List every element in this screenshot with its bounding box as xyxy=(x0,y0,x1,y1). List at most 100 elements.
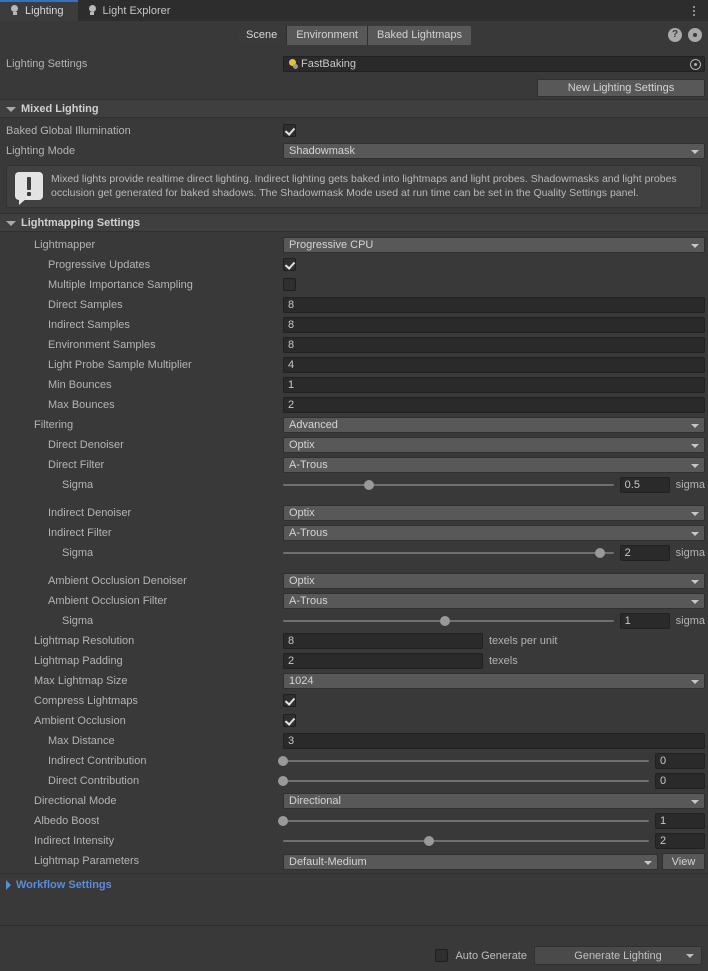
indirect-samples-field[interactable]: 8 xyxy=(283,317,705,333)
warning-icon xyxy=(15,172,43,200)
gear-icon[interactable] xyxy=(688,28,702,42)
direct-sigma-field[interactable]: 0.5 xyxy=(620,477,670,493)
lighting-mode-row: Lighting Mode Shadowmask xyxy=(0,141,708,161)
indirect-denoiser-value: Optix xyxy=(289,507,315,519)
compress-lightmaps-label: Compress Lightmaps xyxy=(6,695,138,707)
chevron-down-icon xyxy=(691,680,699,684)
lightmap-parameters-dropdown[interactable]: Default-Medium xyxy=(283,854,658,870)
indirect-filter-dropdown[interactable]: A-Trous xyxy=(283,525,705,541)
baked-gi-checkbox[interactable] xyxy=(283,124,296,137)
indirect-sigma-slider[interactable] xyxy=(283,545,614,561)
max-bounces-row: Max Bounces 2 xyxy=(0,395,708,415)
indirect-sigma-field[interactable]: 2 xyxy=(620,545,670,561)
lightmap-parameters-view-button[interactable]: View xyxy=(662,853,705,870)
section-lightmapping-settings[interactable]: Lightmapping Settings xyxy=(0,213,708,232)
environment-samples-label: Environment Samples xyxy=(6,339,156,351)
compress-lightmaps-row: Compress Lightmaps xyxy=(0,691,708,711)
direct-denoiser-label: Direct Denoiser xyxy=(6,439,124,451)
lighting-settings-asset-field[interactable]: FastBaking xyxy=(283,56,705,72)
directional-mode-row: Directional Mode Directional xyxy=(0,791,708,811)
max-distance-field[interactable]: 3 xyxy=(283,733,705,749)
ao-filter-dropdown[interactable]: A-Trous xyxy=(283,593,705,609)
light-probe-sample-multiplier-field[interactable]: 4 xyxy=(283,357,705,373)
progressive-updates-checkbox[interactable] xyxy=(283,258,296,271)
max-distance-row: Max Distance 3 xyxy=(0,731,708,751)
chevron-down-icon xyxy=(691,532,699,536)
ao-sigma-slider[interactable] xyxy=(283,613,614,629)
auto-generate-checkbox[interactable] xyxy=(435,949,448,962)
help-icon[interactable]: ? xyxy=(668,28,682,42)
lighting-mode-value: Shadowmask xyxy=(289,145,355,157)
direct-contribution-label: Direct Contribution xyxy=(6,775,139,787)
indirect-contribution-slider[interactable] xyxy=(283,753,649,769)
direct-filter-dropdown[interactable]: A-Trous xyxy=(283,457,705,473)
lightmapper-label: Lightmapper xyxy=(6,239,95,251)
lightmap-padding-unit: texels xyxy=(489,655,518,667)
direct-samples-label: Direct Samples xyxy=(6,299,123,311)
indirect-intensity-slider[interactable] xyxy=(283,833,649,849)
lightmap-parameters-row: Lightmap Parameters Default-Medium View xyxy=(0,851,708,873)
direct-contribution-field[interactable]: 0 xyxy=(655,773,705,789)
indirect-denoiser-dropdown[interactable]: Optix xyxy=(283,505,705,521)
environment-samples-field[interactable]: 8 xyxy=(283,337,705,353)
filtering-dropdown[interactable]: Advanced xyxy=(283,417,705,433)
direct-denoiser-dropdown[interactable]: Optix xyxy=(283,437,705,453)
ao-denoiser-dropdown[interactable]: Optix xyxy=(283,573,705,589)
section-workflow-title: Workflow Settings xyxy=(16,879,112,891)
lightmapper-dropdown[interactable]: Progressive CPU xyxy=(283,237,705,253)
section-workflow-settings[interactable]: Workflow Settings xyxy=(0,874,708,895)
tab-scene[interactable]: Scene xyxy=(237,26,287,45)
multiple-importance-sampling-checkbox[interactable] xyxy=(283,278,296,291)
multiple-importance-sampling-label: Multiple Importance Sampling xyxy=(6,279,193,291)
chevron-down-icon xyxy=(691,512,699,516)
ao-denoiser-label: Ambient Occlusion Denoiser xyxy=(6,575,187,587)
compress-lightmaps-checkbox[interactable] xyxy=(283,694,296,707)
albedo-boost-field[interactable]: 1 xyxy=(655,813,705,829)
min-bounces-label: Min Bounces xyxy=(6,379,112,391)
filtering-label: Filtering xyxy=(6,419,73,431)
direct-sigma-slider[interactable] xyxy=(283,477,614,493)
max-lightmap-size-dropdown[interactable]: 1024 xyxy=(283,673,705,689)
object-picker-icon[interactable] xyxy=(690,59,701,70)
min-bounces-field[interactable]: 1 xyxy=(283,377,705,393)
lightmap-resolution-field[interactable]: 8 xyxy=(283,633,483,649)
ambient-occlusion-checkbox[interactable] xyxy=(283,714,296,727)
indirect-contribution-field[interactable]: 0 xyxy=(655,753,705,769)
indirect-intensity-field[interactable]: 2 xyxy=(655,833,705,849)
footer-bar: Auto Generate Generate Lighting xyxy=(0,925,708,971)
kebab-menu-icon[interactable] xyxy=(687,3,701,18)
spacer xyxy=(0,495,708,503)
new-lighting-settings-row: New Lighting Settings xyxy=(0,75,708,99)
ao-sigma-field[interactable]: 1 xyxy=(620,613,670,629)
lighting-settings-row: Lighting Settings FastBaking xyxy=(0,53,708,75)
lightmap-padding-label: Lightmap Padding xyxy=(6,655,123,667)
max-bounces-field[interactable]: 2 xyxy=(283,397,705,413)
tab-light-explorer[interactable]: Light Explorer xyxy=(78,0,185,21)
indirect-contribution-row: Indirect Contribution 0 xyxy=(0,751,708,771)
tab-baked-lightmaps[interactable]: Baked Lightmaps xyxy=(368,26,471,45)
max-distance-label: Max Distance xyxy=(6,735,115,747)
indirect-contribution-label: Indirect Contribution xyxy=(6,755,146,767)
mode-segmented-control: Scene Environment Baked Lightmaps xyxy=(237,26,471,45)
direct-samples-field[interactable]: 8 xyxy=(283,297,705,313)
generate-lighting-button[interactable]: Generate Lighting xyxy=(534,946,702,965)
chevron-down-icon xyxy=(6,107,16,112)
ambient-occlusion-label: Ambient Occlusion xyxy=(6,715,126,727)
section-mixed-lighting[interactable]: Mixed Lighting xyxy=(0,99,708,118)
lightmapper-value: Progressive CPU xyxy=(289,239,373,251)
direct-contribution-slider[interactable] xyxy=(283,773,649,789)
indirect-samples-row: Indirect Samples 8 xyxy=(0,315,708,335)
toolbar-icons: ? xyxy=(668,28,702,42)
lightmap-padding-field[interactable]: 2 xyxy=(283,653,483,669)
max-lightmap-size-row: Max Lightmap Size 1024 xyxy=(0,671,708,691)
new-lighting-settings-button[interactable]: New Lighting Settings xyxy=(537,79,705,97)
max-bounces-label: Max Bounces xyxy=(6,399,115,411)
chevron-down-icon xyxy=(691,444,699,448)
tab-environment[interactable]: Environment xyxy=(287,26,368,45)
albedo-boost-slider[interactable] xyxy=(283,813,649,829)
directional-mode-dropdown[interactable]: Directional xyxy=(283,793,705,809)
lighting-mode-dropdown[interactable]: Shadowmask xyxy=(283,143,705,159)
indirect-intensity-row: Indirect Intensity 2 xyxy=(0,831,708,851)
tab-lighting[interactable]: Lighting xyxy=(0,0,78,21)
min-bounces-row: Min Bounces 1 xyxy=(0,375,708,395)
